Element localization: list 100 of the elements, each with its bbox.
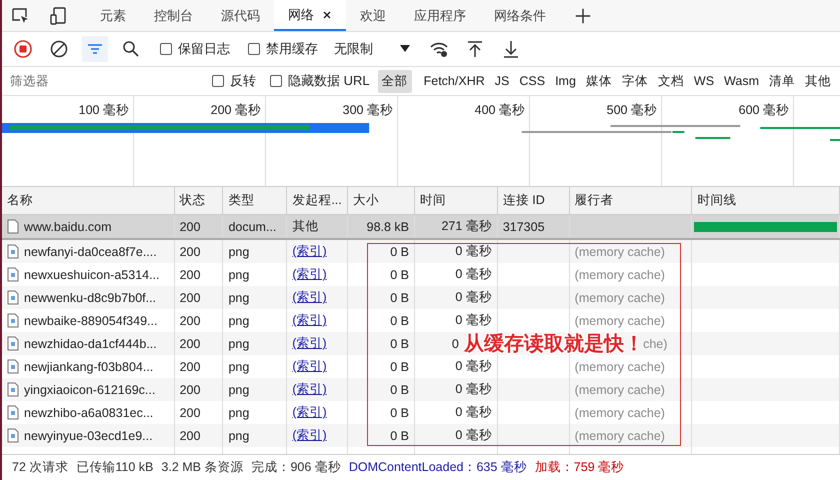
checkbox[interactable]: 隐藏数据 URL bbox=[270, 72, 370, 90]
request-row[interactable]: newyinyue-03ecd1e9... 200 png (索引) 0 B 0 毫秒 (memory cache) bbox=[2, 424, 840, 447]
table-cell: 200 bbox=[180, 314, 200, 328]
type-filter[interactable]: 字体 bbox=[618, 70, 652, 92]
table-cell: 200 bbox=[180, 360, 200, 374]
inspect-icon[interactable] bbox=[10, 6, 30, 26]
panel-tab[interactable]: 控制台 bbox=[140, 0, 207, 31]
table-cell: (memory cache) bbox=[574, 314, 665, 328]
column-header[interactable]: 名称 bbox=[2, 187, 175, 214]
type-filter[interactable]: 清单 bbox=[765, 70, 799, 92]
panel-tab[interactable]: 网络 bbox=[274, 0, 346, 31]
table-cell: 0 B bbox=[390, 314, 410, 328]
request-row[interactable]: newwenku-d8c9b7b0f... 200 png (索引) 0 B 0 毫秒 (memory cache) bbox=[2, 286, 840, 309]
status-text: 加载：759 毫秒 bbox=[534, 459, 624, 476]
panel-tab[interactable]: 应用程序 bbox=[400, 0, 480, 31]
panel-tab[interactable]: 欢迎 bbox=[346, 0, 400, 31]
time-tick: 600 毫秒 bbox=[738, 103, 789, 117]
column-header[interactable]: 时间 bbox=[415, 187, 498, 214]
table-cell: 0 毫秒 bbox=[455, 404, 492, 421]
panel-tab[interactable]: 源代码 bbox=[207, 0, 274, 31]
status-text: 3.2 MB 条资源 bbox=[161, 459, 244, 476]
checkbox[interactable]: 反转 bbox=[212, 72, 256, 90]
type-filter[interactable]: Wasm bbox=[720, 71, 763, 91]
file-icon bbox=[7, 336, 19, 351]
file-icon bbox=[7, 405, 19, 420]
type-filter[interactable]: 文档 bbox=[654, 70, 688, 92]
column-header[interactable]: 连接 ID bbox=[498, 187, 570, 214]
panel-tab[interactable]: 元素 bbox=[86, 0, 140, 31]
table-cell: docum... bbox=[228, 220, 276, 234]
request-name: newfanyi-da0cea8f7e.... bbox=[24, 244, 157, 258]
table-cell: che) bbox=[643, 336, 668, 350]
time-tick: 300 毫秒 bbox=[342, 103, 393, 117]
initiator-link[interactable]: (索引) bbox=[292, 289, 327, 306]
device-icon[interactable] bbox=[48, 6, 68, 26]
type-filter[interactable]: Fetch/XHR bbox=[420, 71, 489, 91]
table-cell: 0 毫秒 bbox=[455, 358, 492, 375]
close-icon[interactable] bbox=[322, 10, 332, 20]
annotation-label: 从缓存读取就是快！ bbox=[464, 332, 644, 356]
time-tick: 200 毫秒 bbox=[210, 103, 261, 117]
column-header[interactable]: 类型 bbox=[223, 187, 288, 214]
initiator-link[interactable]: (索引) bbox=[292, 243, 327, 260]
type-filter[interactable]: 媒体 bbox=[582, 70, 616, 92]
initiator-link[interactable]: (索引) bbox=[292, 358, 327, 375]
file-icon bbox=[7, 290, 19, 305]
table-cell: 0 B bbox=[390, 244, 410, 258]
caret-icon bbox=[400, 45, 410, 53]
type-filter[interactable]: 其他 bbox=[801, 70, 835, 92]
checkbox[interactable]: 禁用缓存 bbox=[248, 40, 318, 58]
initiator-link[interactable]: (索引) bbox=[292, 404, 327, 421]
table-cell: png bbox=[228, 314, 250, 328]
table-cell: 0 B bbox=[390, 406, 410, 420]
table-cell: 0 B bbox=[390, 382, 410, 396]
table-cell: png bbox=[228, 290, 250, 304]
request-name: newjiankang-f03b804... bbox=[24, 360, 154, 374]
type-filter[interactable]: CSS bbox=[515, 71, 550, 91]
request-name: www.baidu.com bbox=[24, 220, 112, 234]
table-cell: 200 bbox=[180, 244, 200, 258]
type-filter[interactable]: JS bbox=[490, 71, 514, 91]
table-cell: (memory cache) bbox=[574, 244, 665, 258]
initiator-link[interactable]: (索引) bbox=[292, 381, 327, 398]
table-cell: 317305 bbox=[502, 220, 545, 234]
request-name: newzhibo-a6a0831ec... bbox=[24, 406, 154, 420]
table-cell: 0 B bbox=[390, 428, 410, 442]
panel-tab[interactable]: 网络条件 bbox=[480, 0, 560, 31]
table-cell: 0 bbox=[452, 336, 459, 350]
throttle-dropdown[interactable]: 无限制 bbox=[330, 37, 414, 61]
request-row[interactable]: www.baidu.com 200 docum... 其他 98.8 kB 271 毫秒 317305 bbox=[2, 215, 840, 240]
table-cell: 0 B bbox=[390, 360, 410, 374]
request-name: newxueshuicon-a5314... bbox=[24, 268, 160, 282]
column-header[interactable]: 履行者 bbox=[570, 187, 692, 214]
column-header[interactable]: 状态 bbox=[174, 187, 224, 214]
table-cell: 0 毫秒 bbox=[455, 312, 492, 329]
table-cell: 200 bbox=[180, 406, 200, 420]
time-tick: 400 毫秒 bbox=[474, 103, 525, 117]
type-filter[interactable]: WS bbox=[690, 71, 718, 91]
type-filter[interactable]: 全部 bbox=[378, 70, 412, 92]
column-header[interactable]: 时间线 bbox=[692, 187, 840, 214]
filter-icon[interactable] bbox=[82, 36, 108, 62]
table-cell: 0 毫秒 bbox=[455, 266, 492, 283]
request-row[interactable]: yingxiaoicon-612169c... 200 png (索引) 0 B 0 毫秒 (memory cache) bbox=[2, 378, 840, 401]
type-filter[interactable]: Img bbox=[551, 71, 580, 91]
request-name: newyinyue-03ecd1e9... bbox=[24, 428, 153, 442]
table-cell: 200 bbox=[180, 336, 200, 350]
initiator-link[interactable]: (索引) bbox=[292, 312, 327, 329]
status-text: 72 次请求 bbox=[12, 459, 68, 476]
table-cell: (memory cache) bbox=[574, 290, 665, 304]
status-text: DOMContentLoaded：635 毫秒 bbox=[348, 459, 527, 476]
request-name: yingxiaoicon-612169c... bbox=[24, 382, 156, 396]
table-cell: png bbox=[228, 360, 250, 374]
table-cell: 0 毫秒 bbox=[455, 243, 492, 260]
initiator-link[interactable]: (索引) bbox=[292, 335, 327, 352]
column-header[interactable]: 发起程... bbox=[287, 187, 348, 214]
table-cell: 271 毫秒 bbox=[441, 218, 492, 235]
initiator-link[interactable]: (索引) bbox=[292, 427, 327, 444]
file-icon bbox=[7, 382, 19, 397]
column-header[interactable]: 大小 bbox=[348, 187, 416, 214]
initiator-link[interactable]: (索引) bbox=[292, 266, 327, 283]
request-row[interactable]: newfanyi-da0cea8f7e.... 200 png (索引) 0 B 0 毫秒 (memory cache) bbox=[2, 240, 840, 263]
checkbox[interactable]: 保留日志 bbox=[160, 40, 230, 58]
plus-icon[interactable] bbox=[574, 6, 592, 24]
